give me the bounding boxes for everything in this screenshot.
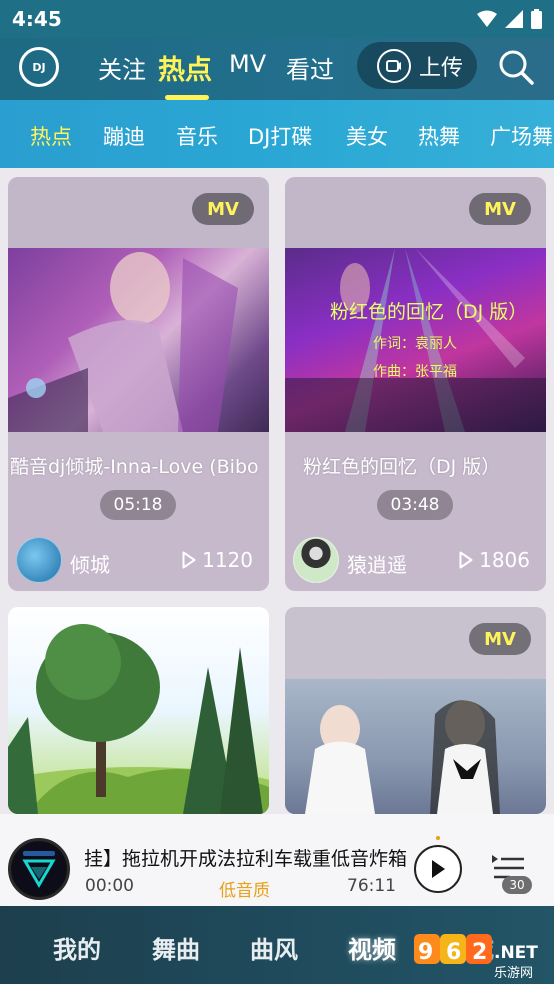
overlay-line1: 粉红色的回忆（DJ 版） [330,301,527,323]
signal-icon [505,10,523,28]
video-title: 酷音dj倾城-Inna-Love (Bibo [10,456,259,478]
playlist-count-badge: 30 [502,876,532,894]
wifi-icon [477,10,497,27]
category-music[interactable]: 音乐 [176,121,218,151]
play-button[interactable] [414,845,462,893]
play-count: 1806 [459,548,530,572]
mv-badge: MV [469,623,531,655]
play-count: 1120 [182,548,253,572]
quality-label[interactable]: 低音质 [219,876,270,901]
author-name[interactable]: 猿逍遥 [347,549,407,578]
tab-hot[interactable]: 热点 [158,48,212,87]
dj-logo-icon[interactable]: DJ [19,47,59,87]
thumbnail-art [305,700,500,814]
video-card[interactable] [8,607,269,814]
author-name[interactable]: 倾城 [70,549,110,578]
duration-badge: 05:18 [100,490,176,520]
category-dj[interactable]: DJ打碟 [248,121,312,151]
play-count-icon [182,551,196,569]
category-disco[interactable]: 蹦迪 [103,121,145,151]
mv-badge: MV [469,193,531,225]
play-count-value: 1806 [479,548,530,572]
svg-text:乐游网: 乐游网 [494,966,533,981]
video-thumbnail[interactable] [8,248,269,432]
thumbnail-art [8,624,269,814]
category-square-dance[interactable]: 广场舞 [490,121,553,151]
svg-text:.NET: .NET [494,943,538,963]
video-thumbnail[interactable] [285,679,546,814]
status-icons [477,9,542,29]
avatar[interactable] [293,537,339,583]
play-icon [432,860,445,878]
now-playing-title: 挂】拖拉机开成法拉利车载重低音炸箱版 [84,848,406,870]
duration-badge: 03:48 [377,490,453,520]
tab-watched[interactable]: 看过 [286,50,334,85]
upload-icon [377,48,411,83]
thumbnail-art: 粉红色的回忆（DJ 版） 作词：袁丽人 作曲：张平福 [285,248,546,432]
play-count-value: 1120 [202,548,253,572]
total-time: 76:11 [347,876,396,896]
avatar[interactable] [16,537,62,583]
watermark-logo: 9 6 2 .NET 乐游网 [414,934,538,981]
mini-player[interactable]: 挂】拖拉机开成法拉利车载重低音炸箱版 00:00 低音质 76:11 30 [0,814,554,906]
nav-mine[interactable]: 我的 [53,930,101,965]
nav-genre[interactable]: 曲风 [250,930,298,965]
album-cover[interactable] [8,838,70,900]
upload-label: 上传 [419,55,464,81]
tab-mv[interactable]: MV [229,50,266,78]
overlay-line3: 作曲：张平福 [373,364,457,380]
category-bar: 热点 蹦迪 音乐 DJ打碟 美女 热舞 广场舞 [0,100,554,168]
category-dance[interactable]: 热舞 [418,121,460,151]
svg-text:6: 6 [446,940,461,965]
play-count-icon [459,551,473,569]
category-hot[interactable]: 热点 [30,121,72,151]
progress-indicator [436,836,440,840]
header: DJ 关注 热点 MV 看过 上传 [0,38,554,100]
svg-text:2: 2 [472,940,487,965]
battery-icon [531,9,542,29]
nav-video[interactable]: 视频 [348,930,396,965]
category-beauty[interactable]: 美女 [346,121,388,151]
status-bar: 4:45 [0,0,554,38]
svg-text:9: 9 [418,940,433,965]
video-card[interactable]: MV [285,607,546,814]
video-card[interactable]: MV 粉红色的回忆（DJ 版） 作词：袁丽人 作曲：张平福 粉红色的回忆（DJ … [285,177,546,591]
video-title: 粉红色的回忆（DJ 版） [303,456,501,478]
current-time: 00:00 [85,876,134,896]
nav-dance-music[interactable]: 舞曲 [152,930,200,965]
overlay-line2: 作词：袁丽人 [373,336,457,352]
video-thumbnail[interactable]: 粉红色的回忆（DJ 版） 作词：袁丽人 作曲：张平福 [285,248,546,432]
video-card[interactable]: MV 酷音dj倾城-Inna-Love (Bibo 05:18 倾城 1120 [8,177,269,591]
thumbnail-art [8,252,238,432]
status-time: 4:45 [12,7,62,31]
tab-follow[interactable]: 关注 [98,50,146,85]
search-icon[interactable] [497,48,535,86]
logo-text: DJ [32,60,46,74]
upload-button[interactable]: 上传 [357,42,477,89]
mv-badge: MV [192,193,254,225]
